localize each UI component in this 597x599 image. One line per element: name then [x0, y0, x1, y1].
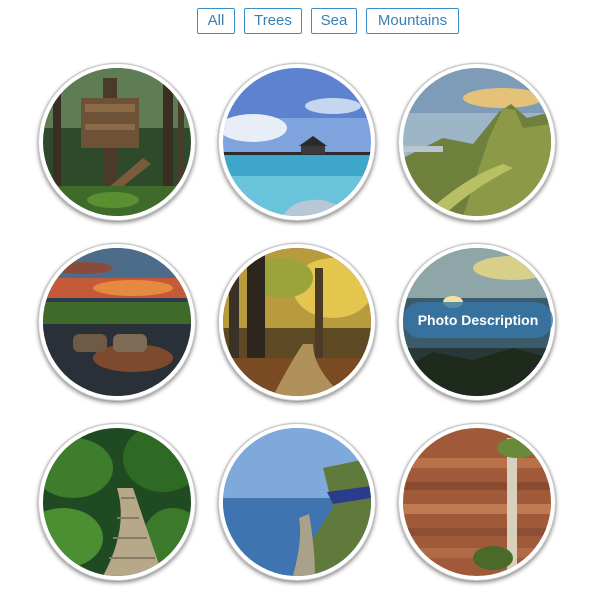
fern-boardwalk-photo: [43, 428, 191, 576]
gallery-item-autumn-forest[interactable]: [218, 243, 376, 401]
pier-photo: [223, 68, 371, 216]
coastal-railway-photo: [223, 428, 371, 576]
gallery-item-sea-sunset[interactable]: Photo Description: [398, 243, 556, 401]
photo-description-caption: Photo Description: [403, 302, 553, 338]
gallery-item-red-rock[interactable]: [398, 423, 556, 581]
sunset-lake-photo: [43, 248, 191, 396]
filter-sea-button[interactable]: Sea: [311, 8, 357, 34]
mountains-photo: [403, 68, 551, 216]
filter-trees-button[interactable]: Trees: [244, 8, 302, 34]
gallery-item-sunset-lake[interactable]: [38, 243, 196, 401]
filter-bar: All Trees Sea Mountains: [0, 8, 597, 36]
gallery-item-treehouse[interactable]: [38, 63, 196, 221]
treehouse-photo: [43, 68, 191, 216]
autumn-forest-photo: [223, 248, 371, 396]
gallery-item-mountains[interactable]: [398, 63, 556, 221]
gallery-item-fern-boardwalk[interactable]: [38, 423, 196, 581]
gallery-item-pier[interactable]: [218, 63, 376, 221]
filter-all-button[interactable]: All: [197, 8, 235, 34]
gallery-item-coastal-railway[interactable]: [218, 423, 376, 581]
filter-mountains-button[interactable]: Mountains: [366, 8, 459, 34]
red-rock-photo: [403, 428, 551, 576]
